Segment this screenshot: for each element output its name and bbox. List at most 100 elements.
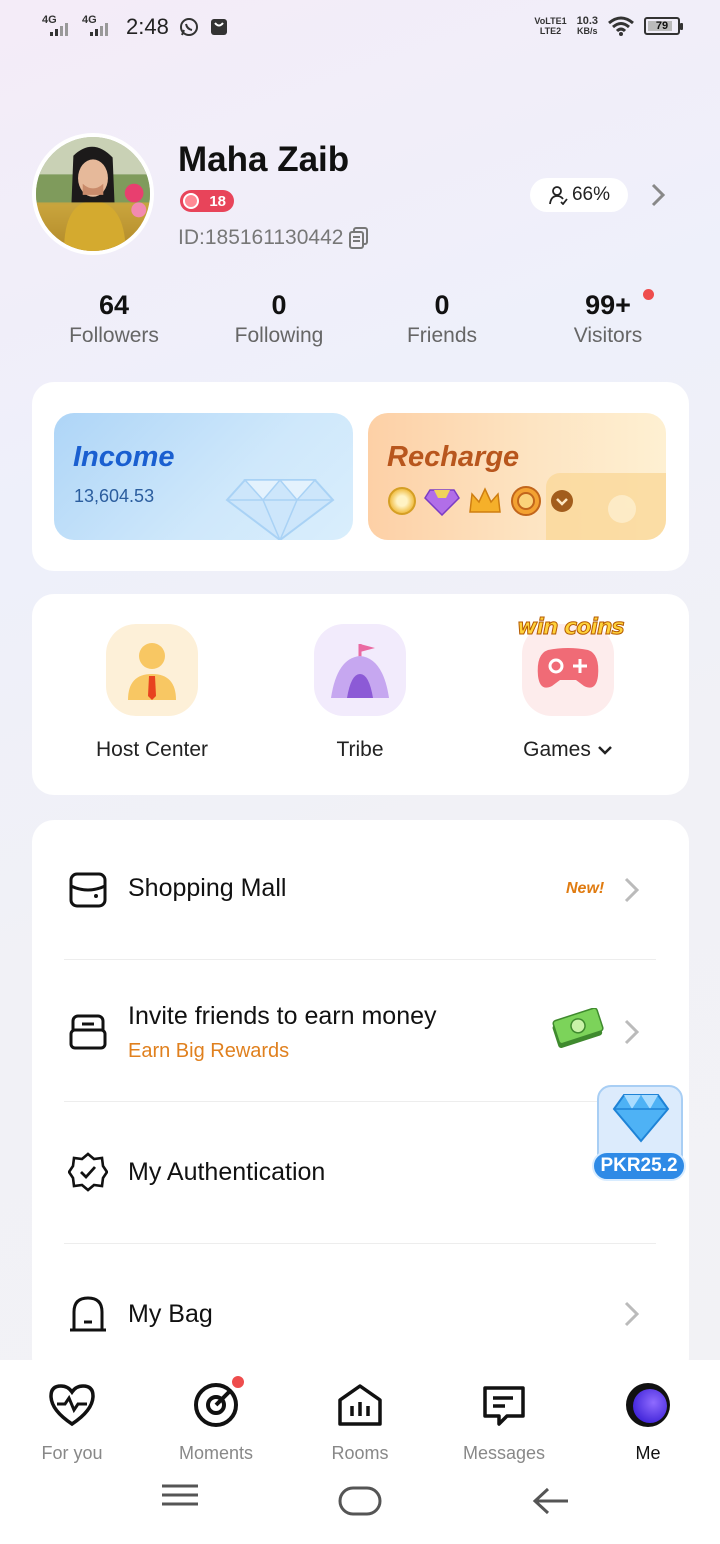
house-chart-icon (338, 1384, 382, 1426)
shopping-bag-icon (210, 19, 227, 35)
home-button-icon[interactable] (338, 1486, 382, 1516)
stat-label: Friends (406, 324, 478, 347)
clock: 2:48 (126, 14, 169, 39)
user-id: ID:185161130442 (178, 226, 369, 250)
nav-label: Me (635, 1443, 661, 1463)
income-card[interactable]: Income 13,604.53 (54, 413, 353, 540)
battery-level: 79 (655, 20, 669, 32)
nav-label: Rooms (331, 1443, 389, 1463)
host-center-icon (106, 624, 198, 716)
heartbeat-icon (49, 1384, 95, 1427)
volte-bottom: LTE2 (539, 26, 562, 36)
profile-completion-button[interactable]: 66% (530, 178, 628, 212)
chevron-down-icon (597, 746, 612, 755)
level-icon (183, 193, 199, 209)
menu-item-subtitle: Earn Big Rewards (128, 1040, 290, 1062)
signal-2-icon: 4G (82, 14, 112, 38)
shop-icon (69, 872, 107, 908)
diamond-icon (612, 1094, 670, 1143)
diamond-icon (225, 478, 335, 540)
person-icon (549, 186, 568, 205)
stat-value: 0 (434, 290, 450, 320)
new-badge: New! (566, 880, 605, 897)
copy-icon[interactable] (349, 227, 369, 249)
nav-label: Messages (462, 1443, 546, 1463)
stat-label: Following (234, 324, 324, 347)
recharge-card[interactable]: Recharge (368, 413, 666, 540)
nav-label: For you (41, 1443, 103, 1463)
wifi-icon (608, 16, 634, 36)
profile-name: Maha Zaib (178, 140, 350, 179)
menu-item-title: Shopping Mall (128, 874, 287, 902)
stat-value: 64 (98, 290, 130, 320)
profile-orb-icon (626, 1383, 670, 1427)
stat-following[interactable]: 0 Following (209, 288, 349, 348)
stat-label: Visitors (573, 324, 643, 347)
stat-visitors[interactable]: 99+ Visitors (538, 288, 678, 348)
menu-item-title: My Authentication (128, 1158, 326, 1186)
income-title: Income (73, 441, 175, 473)
whatsapp-icon (179, 18, 198, 36)
profile-completion-value: 66% (571, 184, 611, 205)
recharge-title: Recharge (387, 441, 520, 473)
games-button[interactable]: Games (468, 624, 668, 762)
menu-item-title: My Bag (128, 1300, 213, 1328)
chevron-right-icon (624, 1301, 640, 1327)
volte-indicator: VoLTE1 LTE2 (534, 16, 566, 36)
menu-icon[interactable] (160, 1480, 200, 1510)
host-center-button[interactable]: Host Center (52, 624, 252, 762)
expand-icon[interactable] (550, 489, 574, 513)
floating-reward-button[interactable]: PKR25.2 (592, 1085, 686, 1181)
stat-label: Followers (69, 324, 159, 347)
speed-value: 10.3 (576, 15, 598, 27)
reward-amount: PKR25.2 (592, 1151, 686, 1181)
nav-moments[interactable]: Moments (156, 1374, 276, 1464)
battery-icon: 79 (644, 17, 683, 35)
tribe-label: Tribe (336, 738, 384, 761)
menu-item-title: Invite friends to earn money (128, 1002, 437, 1030)
volte-top: VoLTE1 (534, 16, 567, 26)
recharge-icons (388, 485, 574, 517)
bag-icon (70, 1296, 106, 1332)
stat-value: 99+ (585, 290, 631, 320)
level-value: 18 (209, 192, 226, 210)
speed-unit: KB/s (577, 26, 598, 36)
avatar[interactable] (32, 133, 154, 255)
invite-icon (69, 1014, 107, 1050)
level-badge: 18 (180, 190, 234, 212)
avatar-photo (36, 137, 150, 251)
back-icon[interactable] (532, 1486, 570, 1516)
verified-badge-icon (68, 1152, 108, 1192)
games-label: Games (523, 738, 591, 761)
stat-value: 0 (271, 290, 287, 320)
nav-label: Moments (178, 1443, 254, 1463)
crown-icon (469, 487, 501, 513)
cash-icon (552, 1008, 604, 1048)
games-label-row: Games (468, 738, 668, 762)
user-id-text: ID:185161130442 (178, 226, 344, 249)
purple-gem-icon (424, 489, 460, 516)
stat-followers[interactable]: 64 Followers (44, 288, 184, 348)
income-value: 13,604.53 (74, 486, 155, 506)
nav-rooms[interactable]: Rooms (300, 1380, 420, 1464)
chevron-right-icon (624, 1019, 640, 1045)
nav-me[interactable]: Me (588, 1380, 708, 1464)
menu-item-shopping-mall[interactable]: Shopping Mall New! (32, 820, 689, 960)
visitors-notification-dot (643, 289, 654, 300)
bottom-nav: For you Moments Rooms Messages Me (0, 1360, 720, 1544)
coin-icon (388, 487, 416, 515)
menu-item-authentication[interactable]: My Authentication (32, 1102, 689, 1242)
shield-badge-icon (511, 486, 541, 516)
nav-for-you[interactable]: For you (12, 1380, 132, 1464)
chevron-right-icon (624, 877, 640, 903)
signal-1-icon: 4G (42, 14, 72, 38)
nav-messages[interactable]: Messages (444, 1380, 564, 1464)
message-icon (483, 1386, 525, 1426)
menu-item-invite-friends[interactable]: Invite friends to earn money Earn Big Re… (32, 960, 689, 1100)
stat-friends[interactable]: 0 Friends (372, 288, 512, 348)
tribe-button[interactable]: Tribe (260, 624, 460, 762)
win-coins-promo: win coins (517, 615, 626, 641)
profile-chevron-right-icon[interactable] (650, 182, 666, 208)
host-center-label: Host Center (95, 738, 209, 761)
moments-notification-dot (230, 1374, 246, 1390)
